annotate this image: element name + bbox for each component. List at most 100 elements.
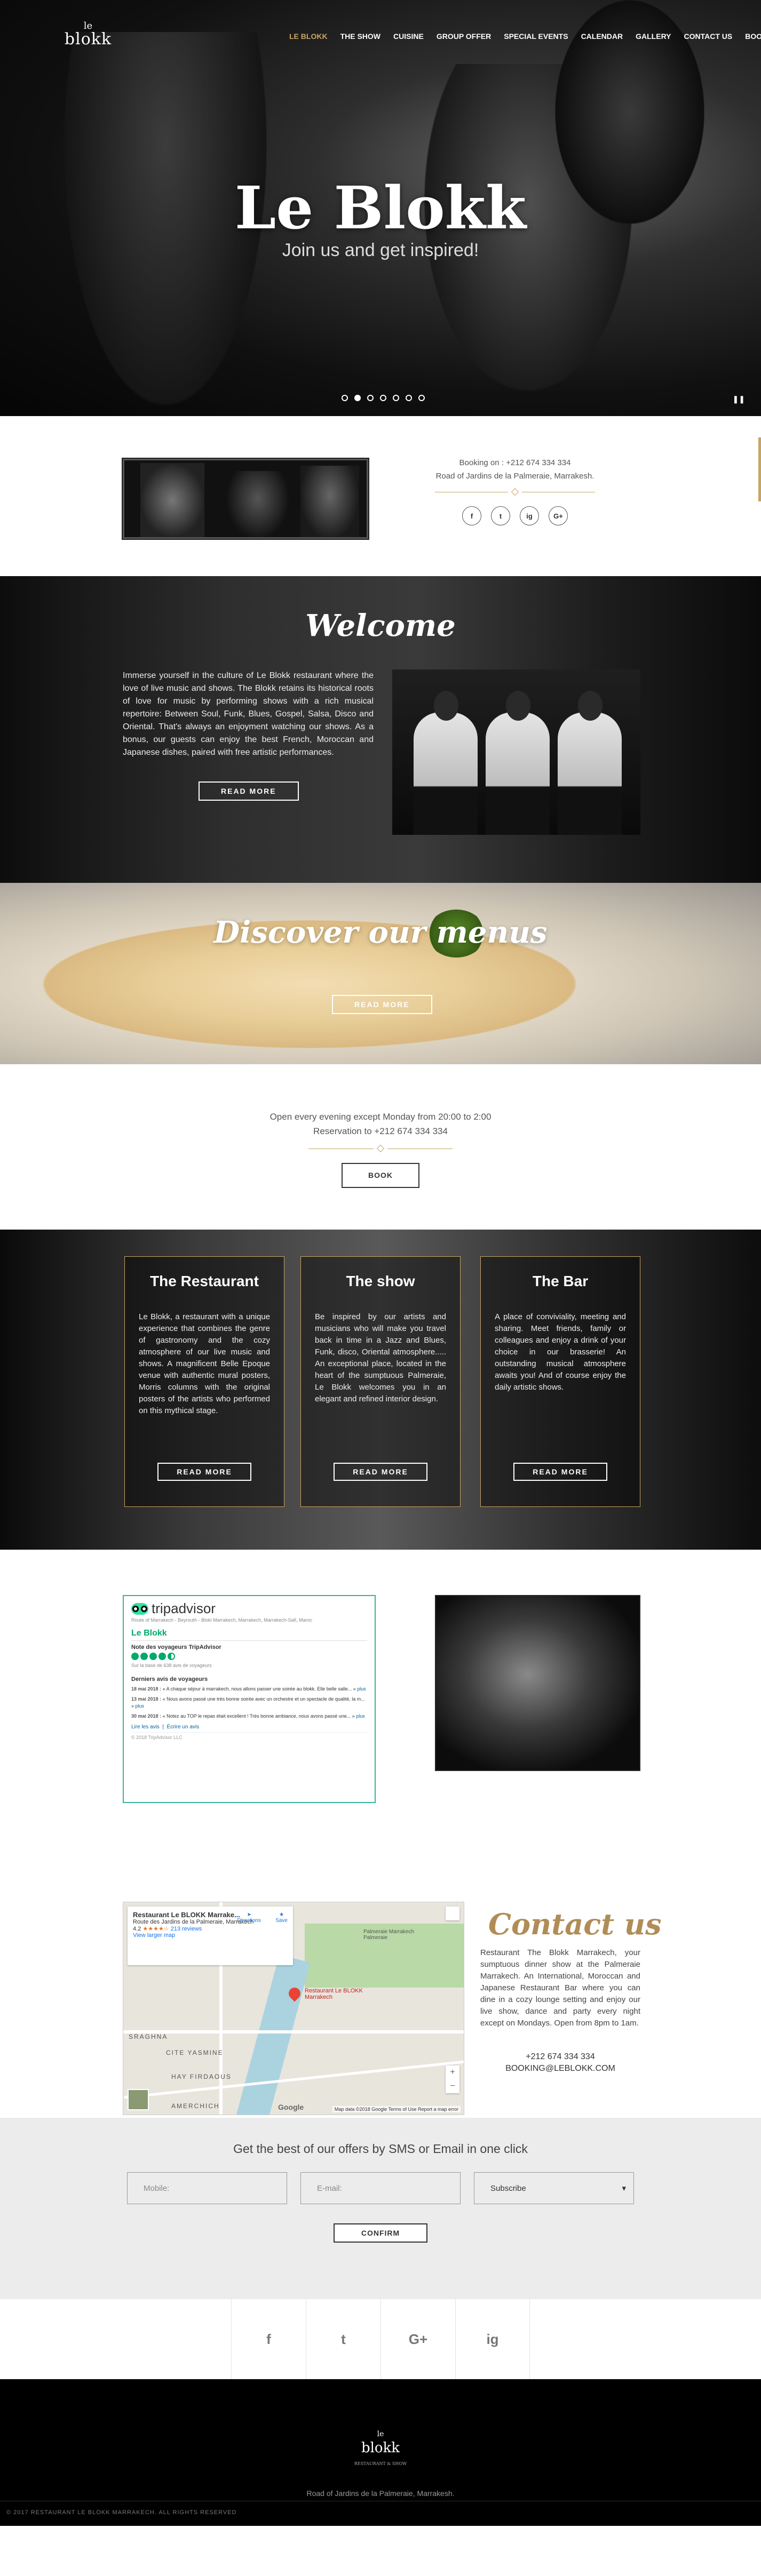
map-reviews-link[interactable]: 213 reviews: [171, 1926, 202, 1932]
twitter-icon[interactable]: t: [306, 2299, 380, 2379]
directions-label: Directions: [237, 1918, 261, 1924]
card-title: The Bar: [532, 1273, 589, 1289]
map-info-card: Restaurant Le BLOKK Marrake... Route des…: [128, 1907, 293, 1965]
review-more-link[interactable]: plus: [136, 1703, 145, 1709]
reviews-count: Sur la base de 638 avis de voyageurs: [131, 1663, 212, 1668]
save-label: Save: [275, 1918, 288, 1924]
card-show: The show Be inspired by our artists and …: [300, 1256, 461, 1507]
welcome-read-more-button[interactable]: READ MORE: [199, 781, 299, 801]
show-read-more-button[interactable]: READ MORE: [334, 1463, 427, 1481]
write-review-link[interactable]: Écrire un avis: [167, 1724, 200, 1730]
confirm-button[interactable]: CONFIRM: [333, 2223, 428, 2243]
facebook-icon[interactable]: f: [462, 506, 481, 525]
nav-item-contact-us[interactable]: CONTACT US: [678, 32, 739, 41]
reviews-section: tripadvisor Route of Marrakech - Beyrout…: [0, 1550, 761, 1870]
hero-title: Le Blokk: [234, 173, 527, 242]
musician-head: [506, 691, 530, 721]
side-tab[interactable]: [758, 437, 761, 501]
subscribe-select[interactable]: Subscribe ▾: [474, 2172, 634, 2204]
read-reviews-link[interactable]: Lire les avis: [131, 1724, 160, 1730]
slider-pause-icon[interactable]: ❚❚: [733, 395, 745, 404]
rating-bubble-icon: [131, 1653, 139, 1660]
map-zoom-controls[interactable]: + −: [446, 2065, 459, 2093]
gold-divider: [308, 1144, 453, 1153]
instagram-icon[interactable]: ig: [455, 2299, 530, 2379]
map-pin-label: Restaurant Le BLOKK Marrakech: [305, 1988, 363, 2000]
map-area-label: SRAGHNA: [129, 2033, 168, 2040]
map-rating: 4.2: [133, 1926, 141, 1932]
mobile-input[interactable]: Mobile:: [127, 2172, 287, 2204]
map-river: [235, 1954, 311, 2115]
slider-dot-active[interactable]: [354, 395, 361, 401]
review-date: 18 mai 2018 :: [131, 1686, 162, 1692]
tripadvisor-links: Lire les avis | Écrire un avis: [131, 1724, 200, 1730]
slider-dot[interactable]: [367, 395, 374, 401]
booking-address: Road of Jardins de la Palmeraie, Marrake…: [435, 472, 594, 481]
contact-phone[interactable]: +212 674 334 334: [480, 2051, 640, 2063]
tripadvisor-location: Route of Marrakech - Beyrouth - Bloki Ma…: [131, 1617, 313, 1623]
chevron-down-icon: ▾: [622, 2184, 626, 2193]
slider-dot[interactable]: [380, 395, 386, 401]
booking-info: Booking on : +212 674 334 334 Road of Ja…: [395, 456, 635, 525]
musician-head: [578, 691, 603, 721]
pegman-icon[interactable]: [446, 1907, 459, 1920]
slider-dot[interactable]: [406, 395, 412, 401]
twitter-icon[interactable]: t: [491, 506, 510, 525]
musician-saxophone: [558, 712, 622, 835]
slider-dot[interactable]: [393, 395, 399, 401]
google-plus-icon[interactable]: G+: [380, 2299, 455, 2379]
book-button[interactable]: BOOK: [342, 1163, 419, 1188]
nav-item-gallery[interactable]: GALLERY: [629, 32, 677, 41]
nav-item-booking[interactable]: BOOKING: [739, 32, 761, 41]
slider-dot[interactable]: [418, 395, 425, 401]
google-plus-icon[interactable]: G+: [549, 506, 568, 525]
star-icon: ★: [279, 1912, 284, 1918]
review-text: « Nous avons passé une très bonne soirée…: [131, 1696, 365, 1709]
instagram-icon[interactable]: ig: [520, 506, 539, 525]
slider-dot[interactable]: [342, 395, 348, 401]
card-text: A place of conviviality, meeting and sha…: [495, 1312, 626, 1392]
map-stars: ★★★★☆: [142, 1926, 169, 1932]
map-satellite-thumbnail[interactable]: [128, 2089, 149, 2110]
contact-details: +212 674 334 334 BOOKING@LEBLOKK.COM: [480, 2051, 640, 2075]
logo-blokk: blokk: [64, 30, 112, 49]
show-video-banner[interactable]: [122, 458, 369, 540]
video-performer: [226, 471, 290, 537]
venue-cards-section: The Restaurant Le Blokk, a restaurant wi…: [0, 1230, 761, 1550]
review-more-link[interactable]: plus: [357, 1686, 366, 1692]
contact-email[interactable]: BOOKING@LEBLOKK.COM: [480, 2063, 640, 2075]
rating-bubble-icon: [158, 1653, 166, 1660]
footer-logo[interactable]: le blokk RESTAURANT & SHOW: [0, 2427, 761, 2471]
site-logo[interactable]: le blokk: [59, 21, 117, 48]
review-item: 13 mai 2018 : « Nous avons passé une trè…: [131, 1696, 367, 1710]
recent-reviews-label: Derniers avis de voyageurs: [131, 1676, 208, 1682]
newsletter-title: Get the best of our offers by SMS or Ema…: [233, 2142, 528, 2156]
map-directions-button[interactable]: ➤ Directions: [237, 1912, 261, 1924]
facebook-icon[interactable]: f: [231, 2299, 306, 2379]
google-map[interactable]: Restaurant Le BLOKK Marrake... Route des…: [123, 1902, 464, 2115]
review-more-link[interactable]: plus: [356, 1713, 365, 1719]
map-save-button[interactable]: ★ Save: [275, 1912, 288, 1924]
map-terms[interactable]: Map data ©2018 Google Terms of Use Repor…: [332, 2106, 461, 2112]
email-input[interactable]: E-mail:: [300, 2172, 461, 2204]
map-area-label: Palmeraie Marrakech Palmeraie: [363, 1929, 415, 1941]
restaurant-read-more-button[interactable]: READ MORE: [157, 1463, 251, 1481]
review-date: 13 mai 2018 :: [131, 1696, 162, 1702]
nav-item-the-show[interactable]: THE SHOW: [334, 32, 387, 41]
bar-read-more-button[interactable]: READ MORE: [513, 1463, 607, 1481]
subscribe-select-value: Subscribe: [490, 2183, 526, 2193]
tripadvisor-logo[interactable]: tripadvisor: [131, 1600, 367, 1617]
menus-read-more-button[interactable]: READ MORE: [332, 995, 432, 1014]
reservation-phone: Reservation to +212 674 334 334: [313, 1126, 448, 1136]
directions-icon: ➤: [247, 1912, 251, 1918]
nav-item-cuisine[interactable]: CUISINE: [387, 32, 430, 41]
tripadvisor-venue-name[interactable]: Le Blokk: [131, 1629, 367, 1641]
footer-copyright: © 2017 RESTAURANT LE BLOKK MARRAKECH. AL…: [6, 2509, 237, 2516]
dancing-couple-photo: [435, 1595, 640, 1771]
nav-item-le-blokk[interactable]: LE BLOKK: [283, 32, 334, 41]
tripadvisor-copyright: © 2018 TripAdvisor LLC: [131, 1732, 367, 1740]
nav-item-special-events[interactable]: SPECIAL EVENTS: [497, 32, 574, 41]
view-larger-map-link[interactable]: View larger map: [133, 1932, 175, 1939]
nav-item-group-offer[interactable]: GROUP OFFER: [430, 32, 497, 41]
nav-item-calendar[interactable]: CALENDAR: [575, 32, 630, 41]
